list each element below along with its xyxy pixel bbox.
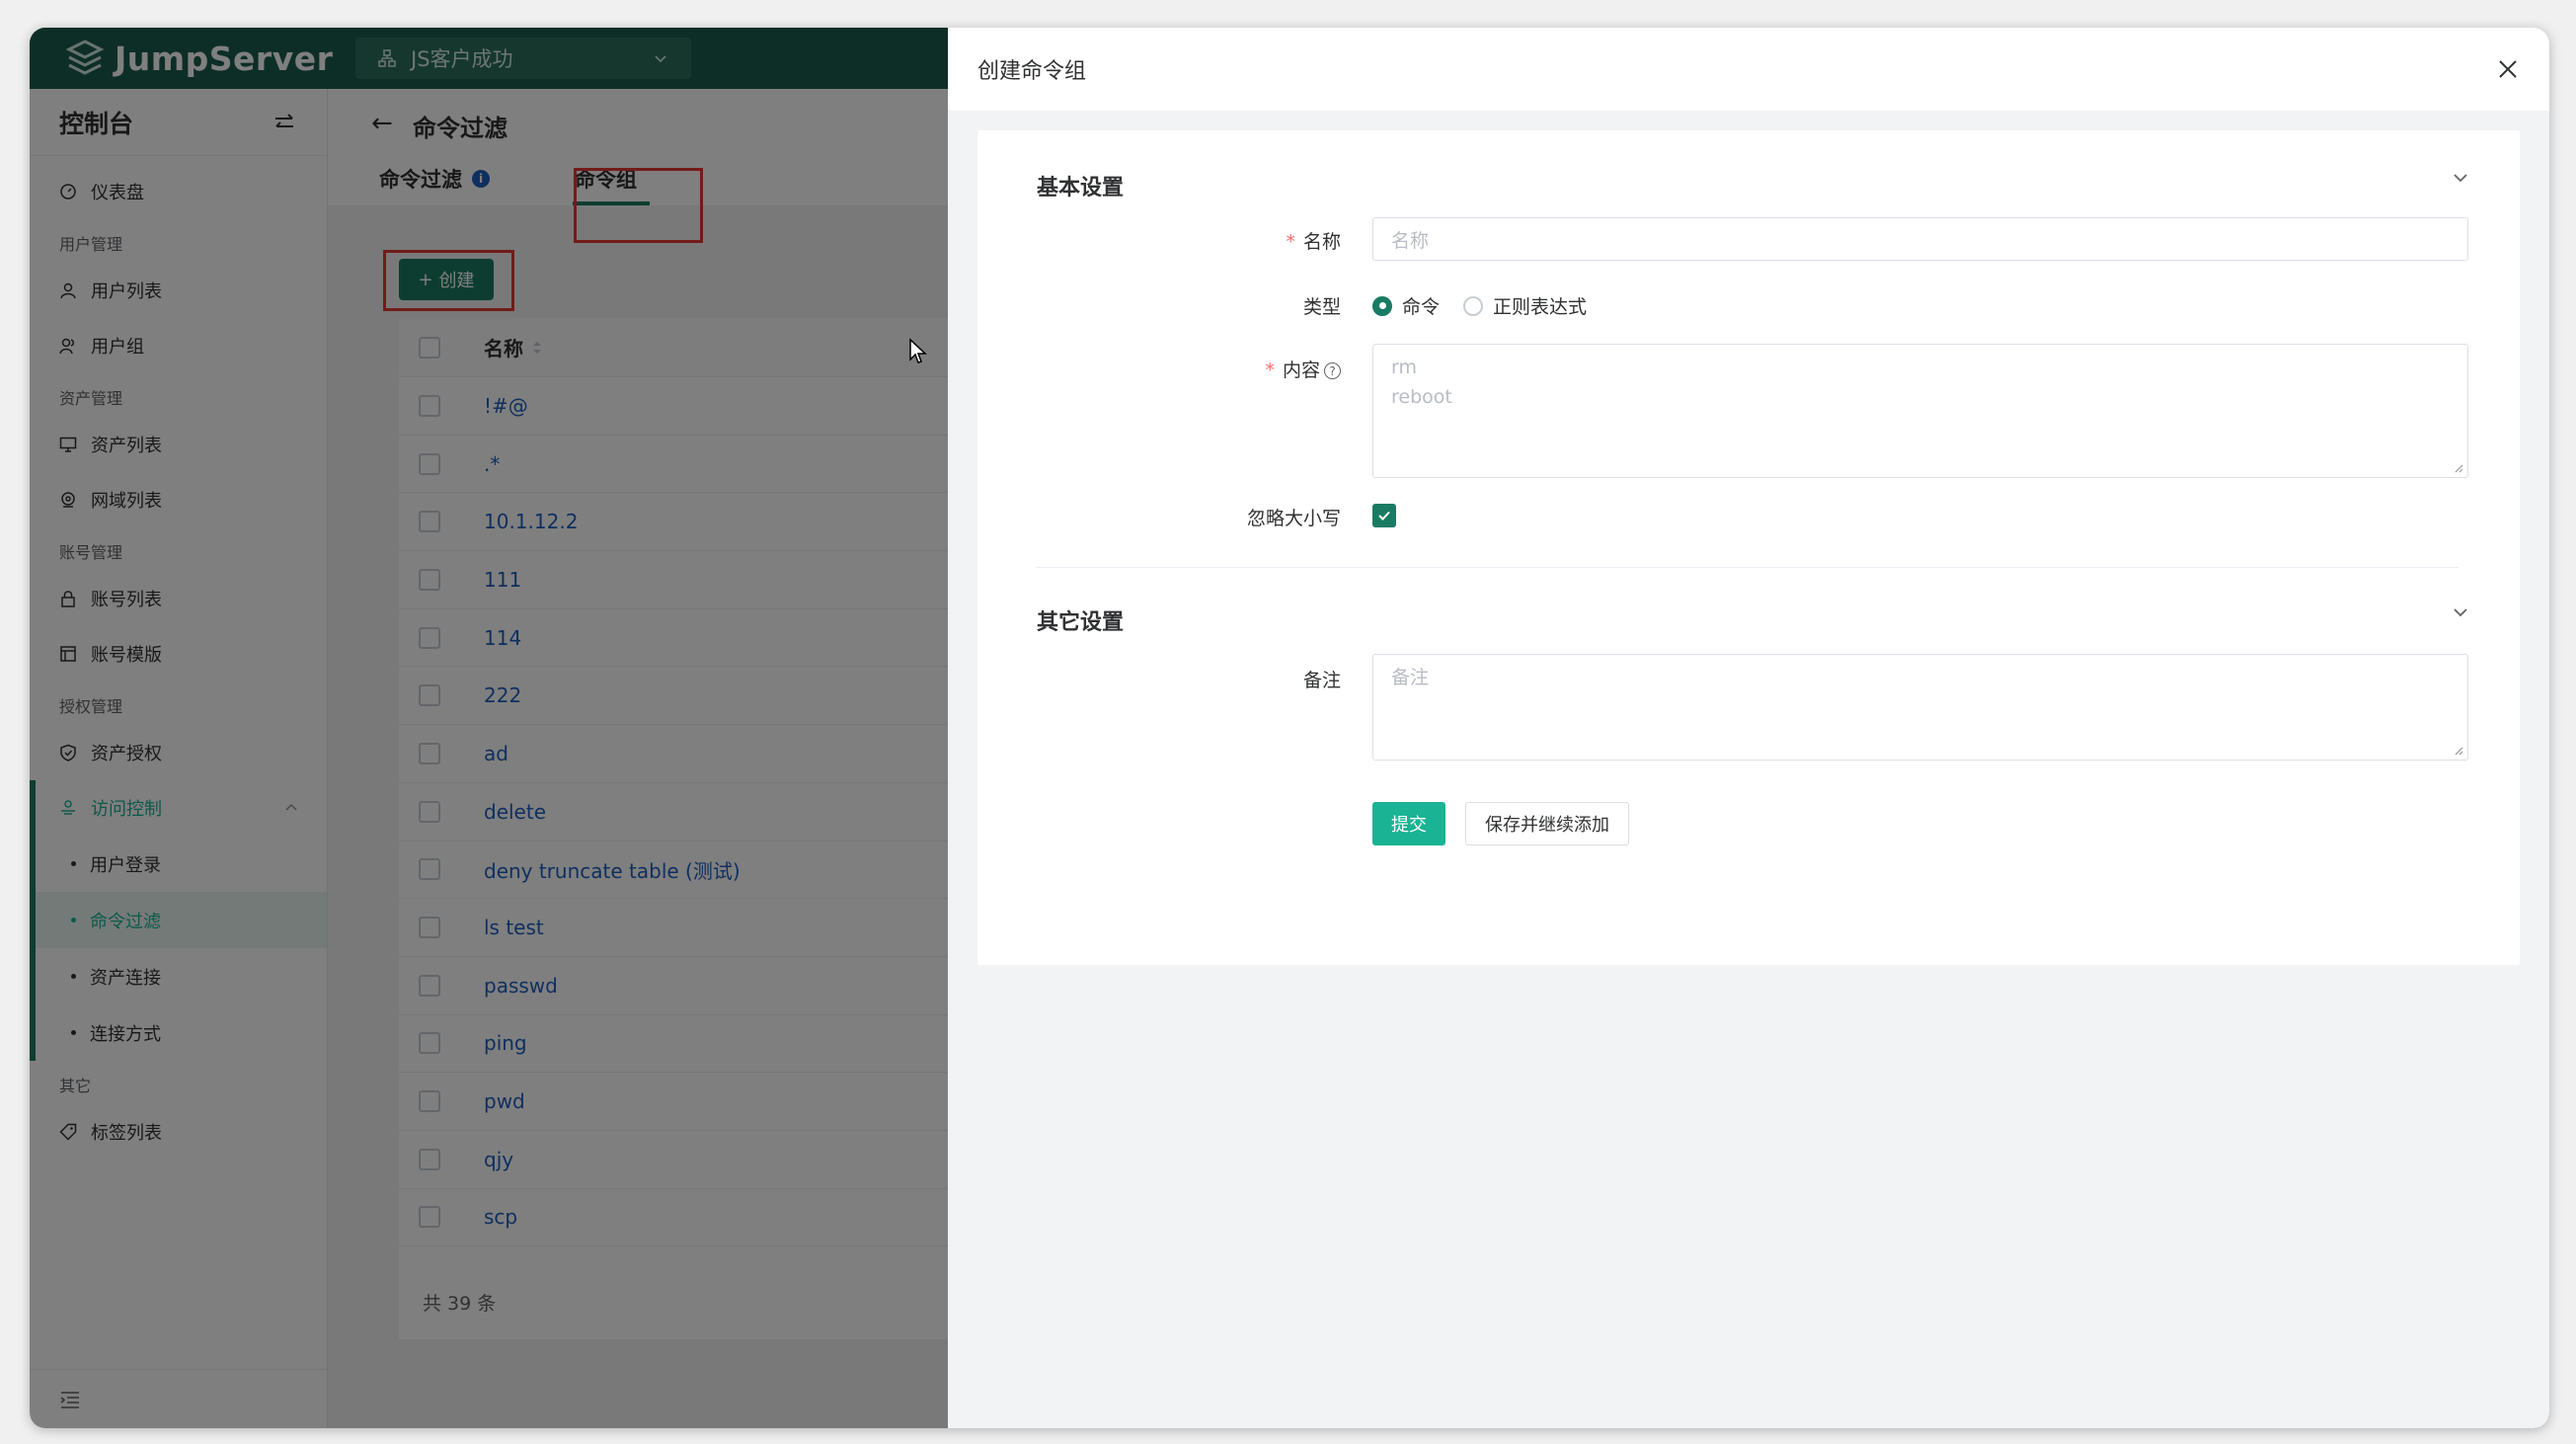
drawer-title: 创建命令组 (977, 59, 1087, 84)
type-radio-group: 命令 正则表达式 (1372, 292, 1587, 319)
type-radio-regex[interactable] (1463, 295, 1484, 316)
type-radio-command[interactable] (1372, 295, 1392, 316)
chevron-down-icon[interactable] (2451, 168, 2470, 188)
type-option-command-label[interactable]: 命令 (1402, 292, 1440, 319)
content-label-text: 内容 (1282, 360, 1320, 381)
help-question-icon[interactable]: ? (1324, 362, 1341, 379)
type-label: 类型 (1302, 296, 1341, 318)
comment-textarea[interactable]: 备注 (1372, 654, 2468, 761)
content-placeholder-line: rm (1391, 357, 1417, 378)
app-window: JumpServer JS客户成功 控制台 仪表盘 用户管理 用户列表 用户组 … (30, 28, 2549, 1428)
ignore-case-checkbox[interactable] (1372, 504, 1396, 527)
required-mark: * (1265, 360, 1275, 381)
ignore-case-label: 忽略大小写 (1246, 508, 1341, 529)
content-textarea[interactable]: rm reboot (1372, 344, 2468, 478)
submit-button[interactable]: 提交 (1372, 802, 1445, 845)
resize-handle-icon[interactable] (2452, 461, 2463, 473)
mouse-cursor-icon (909, 338, 927, 363)
form-card: 基本设置 * 名称 名称 类型 命令 正则表达式 * 内容? rm reboot 忽… (977, 130, 2520, 965)
type-option-regex-label[interactable]: 正则表达式 (1493, 292, 1587, 319)
required-mark: * (1286, 231, 1295, 253)
comment-placeholder: 备注 (1391, 667, 1430, 688)
comment-label: 备注 (1302, 670, 1341, 691)
check-icon (1378, 511, 1390, 521)
name-label-text: 名称 (1302, 231, 1341, 253)
resize-handle-icon[interactable] (2452, 744, 2463, 756)
content-placeholder-line: reboot (1391, 386, 1452, 408)
section-basic-title: 基本设置 (1037, 176, 1125, 201)
content-label: * 内容? (1045, 356, 1341, 382)
save-and-continue-button[interactable]: 保存并继续添加 (1465, 802, 1629, 845)
close-icon[interactable] (2496, 57, 2520, 81)
name-label: * 名称 (1045, 227, 1341, 254)
section-other-title: 其它设置 (1037, 610, 1125, 635)
create-cmd-group-drawer: 创建命令组 基本设置 * 名称 名称 类型 命令 正则表达式 * 内容? rm re… (948, 28, 2549, 1428)
name-input[interactable]: 名称 (1372, 217, 2468, 261)
chevron-down-icon[interactable] (2451, 602, 2470, 622)
drawer-header: 创建命令组 (948, 28, 2549, 111)
section-divider (1037, 567, 2459, 568)
